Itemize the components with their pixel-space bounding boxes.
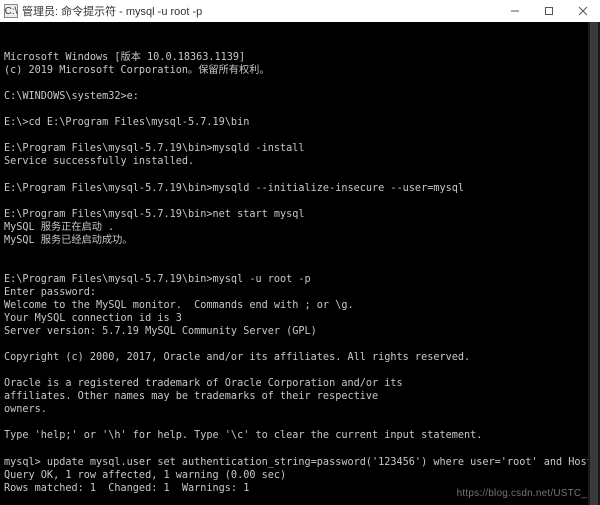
- window-title: 管理员: 命令提示符 - mysql -u root -p: [22, 3, 498, 19]
- cmd-icon: C:\: [4, 4, 18, 18]
- vertical-scrollbar[interactable]: [588, 22, 600, 505]
- titlebar[interactable]: C:\ 管理员: 命令提示符 - mysql -u root -p: [0, 0, 600, 22]
- terminal-text: Microsoft Windows [版本 10.0.18363.1139] (…: [4, 51, 596, 505]
- watermark-text: https://blog.csdn.net/USTC_S: [457, 488, 594, 501]
- window-buttons: [498, 0, 600, 22]
- terminal-output[interactable]: Microsoft Windows [版本 10.0.18363.1139] (…: [0, 22, 600, 505]
- maximize-button[interactable]: [532, 0, 566, 22]
- minimize-button[interactable]: [498, 0, 532, 22]
- scroll-thumb[interactable]: [590, 22, 598, 505]
- cmd-window: C:\ 管理员: 命令提示符 - mysql -u root -p Micros…: [0, 0, 600, 505]
- close-button[interactable]: [566, 0, 600, 22]
